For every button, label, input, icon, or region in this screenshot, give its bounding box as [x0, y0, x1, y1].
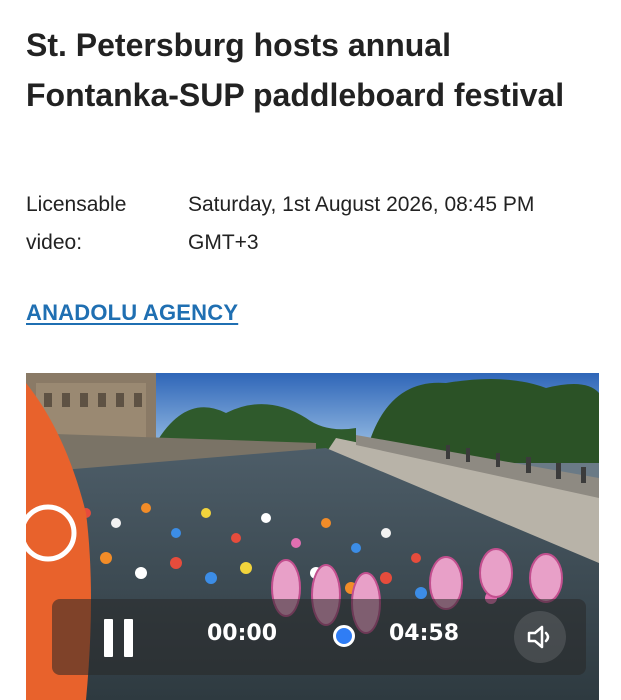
agency-link[interactable]: ANADOLU AGENCY: [26, 300, 238, 326]
duration: 04:58: [389, 621, 460, 646]
video-player[interactable]: 00:00 04:58: [26, 373, 599, 700]
pause-icon[interactable]: [100, 619, 140, 657]
current-time: 00:00: [207, 621, 278, 646]
publish-datetime: Saturday, 1st August 2026, 08:45 PM GMT+…: [188, 193, 535, 254]
volume-button[interactable]: [514, 611, 566, 663]
video-controls: 00:00 04:58: [52, 599, 586, 675]
licensable-video-label: Licensable video:: [26, 193, 127, 254]
article-headline: St. Petersburg hosts annual Fontanka-SUP…: [26, 27, 565, 113]
seek-handle[interactable]: [333, 625, 355, 647]
speaker-icon: [527, 625, 550, 649]
